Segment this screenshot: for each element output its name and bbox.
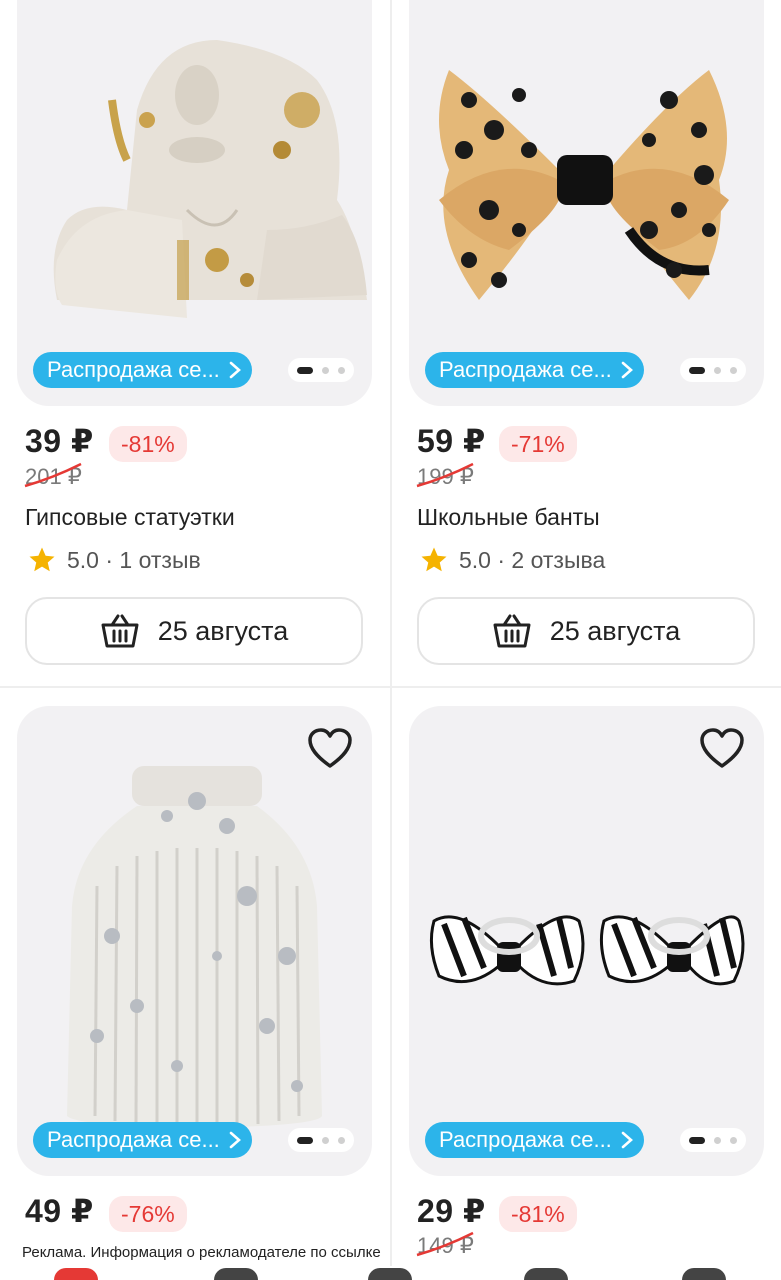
discount-badge: -81% — [499, 1196, 577, 1232]
row-divider — [0, 686, 781, 688]
product-title[interactable]: Школьные банты — [417, 504, 765, 531]
product-card-zebra-bows[interactable]: Распродажа се... 29 ₽ -81% 149 ₽ — [409, 706, 765, 1259]
add-to-cart-button[interactable]: 25 августа — [25, 597, 363, 665]
bottom-tab-bar — [0, 1266, 781, 1280]
delivery-date: 25 августа — [157, 615, 289, 646]
product-card-bows[interactable]: Распродажа се... 59 ₽ -71% 199 ₽ Школьны… — [409, 0, 765, 665]
pager-dot-active — [297, 1137, 313, 1144]
pager-dot — [714, 1137, 721, 1144]
rating-text: 5.0 · 1 отзыв — [67, 546, 201, 573]
sale-badge-label: Распродажа се... — [439, 357, 612, 382]
product-grid: Распродажа се... 39 ₽ -81% 201 ₽ Гипсовы… — [0, 0, 781, 1280]
rating-text: 5.0 · 2 отзыва — [459, 546, 606, 573]
star-icon — [29, 547, 55, 572]
pager-dot — [322, 1137, 329, 1144]
strikethrough-mark — [416, 462, 474, 488]
chevron-right-icon — [229, 1131, 241, 1149]
leopard-bow-image — [439, 70, 729, 300]
pager-dot — [338, 367, 345, 374]
old-price: 201 ₽ — [24, 462, 82, 490]
tab-favorites-icon[interactable] — [524, 1268, 568, 1280]
pager-dot — [730, 367, 737, 374]
delivery-date: 25 августа — [549, 615, 681, 646]
current-price: 39 ₽ — [25, 423, 94, 459]
old-price: 199 ₽ — [416, 462, 474, 490]
current-price: 49 ₽ — [25, 1193, 94, 1229]
image-pager[interactable] — [680, 358, 746, 382]
product-title[interactable]: Гипсовые статуэтки — [25, 504, 373, 531]
product-card-figurine[interactable]: Распродажа се... 39 ₽ -81% 201 ₽ Гипсовы… — [17, 0, 373, 665]
chevron-right-icon — [621, 1131, 633, 1149]
star-icon — [421, 547, 447, 572]
basket-icon — [493, 614, 531, 648]
chevron-right-icon — [621, 361, 633, 379]
image-pager[interactable] — [680, 1128, 746, 1152]
price-row: 49 ₽ -76% — [17, 1192, 373, 1240]
basket-icon — [101, 614, 139, 648]
pager-dot — [322, 367, 329, 374]
discount-badge: -71% — [499, 426, 577, 462]
pager-dot — [714, 367, 721, 374]
pager-dot-active — [689, 367, 705, 374]
discount-badge: -76% — [109, 1196, 187, 1232]
strikethrough-mark — [416, 1231, 474, 1257]
product-rating[interactable]: 5.0 · 2 отзыва — [419, 545, 765, 575]
current-price: 59 ₽ — [417, 423, 486, 459]
product-card-vase[interactable]: Распродажа се... 49 ₽ -76% — [17, 706, 373, 1240]
old-price: 149 ₽ — [416, 1231, 474, 1259]
tab-profile-icon[interactable] — [682, 1268, 726, 1280]
sale-badge[interactable]: Распродажа се... — [425, 352, 644, 388]
image-pager[interactable] — [288, 1128, 354, 1152]
sale-badge[interactable]: Распродажа се... — [33, 1122, 252, 1158]
current-price: 29 ₽ — [417, 1193, 486, 1229]
image-pager[interactable] — [288, 358, 354, 382]
ad-disclaimer[interactable]: Реклама. Информация о рекламодателе по с… — [20, 1244, 383, 1261]
product-image-bows[interactable]: Распродажа се... — [409, 0, 764, 406]
sale-badge-label: Распродажа се... — [47, 1127, 220, 1152]
sale-badge-label: Распродажа се... — [439, 1127, 612, 1152]
product-image-figurine[interactable]: Распродажа се... — [17, 0, 372, 406]
tab-catalog-icon[interactable] — [214, 1268, 258, 1280]
sale-badge-label: Распродажа се... — [47, 357, 220, 382]
zebra-bows-image — [429, 915, 745, 986]
pager-dot — [338, 1137, 345, 1144]
pager-dot-active — [297, 367, 313, 374]
heart-icon[interactable] — [306, 726, 354, 772]
sale-badge[interactable]: Распродажа се... — [425, 1122, 644, 1158]
heart-icon[interactable] — [698, 726, 746, 772]
product-image-vase[interactable]: Распродажа се... — [17, 706, 372, 1176]
tab-home-icon[interactable] — [54, 1268, 98, 1280]
strikethrough-mark — [24, 462, 82, 488]
pager-dot-active — [689, 1137, 705, 1144]
column-divider — [390, 0, 392, 1280]
product-rating[interactable]: 5.0 · 1 отзыв — [27, 545, 373, 575]
sale-badge[interactable]: Распродажа се... — [33, 352, 252, 388]
tab-cart-icon[interactable] — [368, 1268, 412, 1280]
add-to-cart-button[interactable]: 25 августа — [417, 597, 755, 665]
discount-badge: -81% — [109, 426, 187, 462]
pager-dot — [730, 1137, 737, 1144]
plaster-bust-image — [53, 40, 368, 318]
product-image-zebra-bows[interactable]: Распродажа се... — [409, 706, 764, 1176]
chevron-right-icon — [229, 361, 241, 379]
ribbed-vase-image — [67, 766, 322, 1128]
